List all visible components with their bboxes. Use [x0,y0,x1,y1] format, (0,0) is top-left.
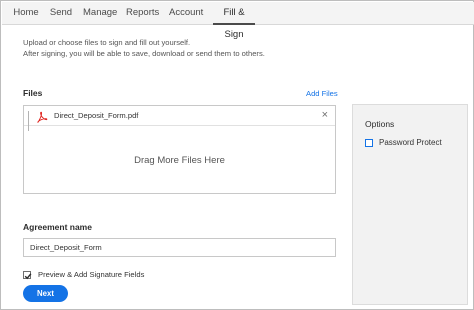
file-name: Direct_Deposit_Form.pdf [54,111,139,120]
password-protect-label: Password Protect [379,138,442,147]
add-files-link[interactable]: Add Files [306,89,338,98]
password-protect-checkbox[interactable] [365,139,373,147]
agreement-name-heading: Agreement name [23,222,92,232]
checkmark-icon [24,273,32,280]
preview-label: Preview & Add Signature Fields [38,270,145,279]
drop-zone[interactable]: Drag More Files Here [24,127,335,193]
top-nav: Home Send Manage Reports Account Fill & … [2,2,474,40]
tab-send[interactable]: Send [49,2,73,25]
files-heading: Files [23,88,43,98]
tab-manage[interactable]: Manage [83,2,117,25]
pdf-icon [36,110,48,123]
options-title: Options [365,119,395,129]
intro-text: Upload or choose files to sign and fill … [23,37,323,59]
file-item[interactable]: Direct_Deposit_Form.pdf × [24,106,335,131]
tab-fill-sign[interactable]: Fill & Sign [213,2,255,40]
preview-checkbox[interactable] [23,271,32,280]
next-button[interactable]: Next [23,285,68,302]
window-frame: Home Send Manage Reports Account Fill & … [0,0,474,310]
tab-account[interactable]: Account [169,2,203,25]
options-panel: Options Password Protect [352,104,468,305]
tab-reports[interactable]: Reports [126,2,159,25]
tab-home[interactable]: Home [12,2,40,25]
intro-line-2: After signing, you will be able to save,… [23,49,265,58]
agreement-name-input[interactable] [23,238,336,257]
drag-handle-icon[interactable] [28,111,31,131]
files-list: Direct_Deposit_Form.pdf × Drag More File… [23,105,336,194]
remove-file-close-icon[interactable]: × [322,108,328,122]
drop-zone-text: Drag More Files Here [134,155,225,166]
intro-line-1: Upload or choose files to sign and fill … [23,38,191,47]
